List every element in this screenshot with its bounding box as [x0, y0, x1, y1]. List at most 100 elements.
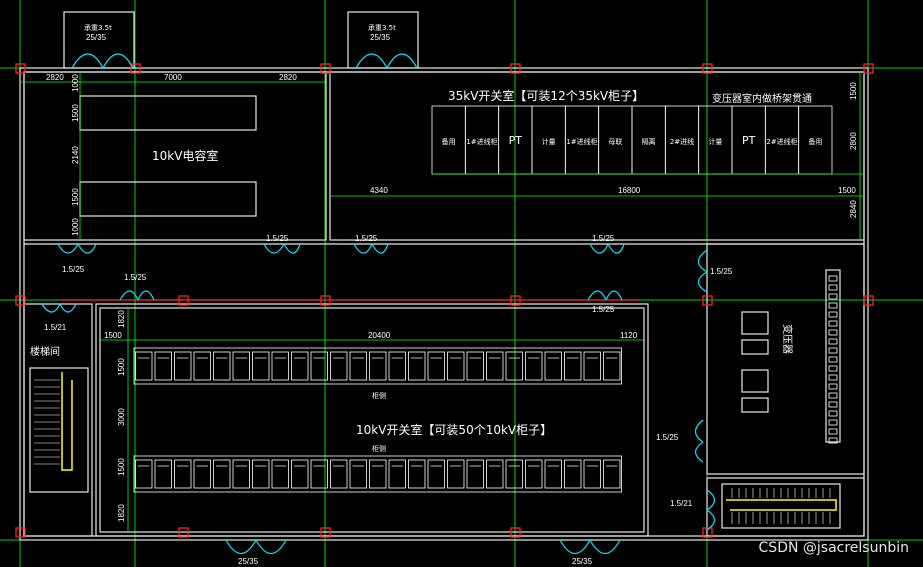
dim-2820-right: 2820 — [279, 73, 297, 82]
dim-3000: 3000 — [117, 408, 126, 426]
cabinet-10kv — [135, 351, 153, 381]
cabinet-10kv — [544, 351, 562, 381]
cabinet-10kv — [427, 459, 445, 489]
tray-segment — [828, 383, 838, 390]
tray-segment — [828, 410, 838, 417]
cabinet-row-outline — [133, 347, 622, 385]
floor-plan: 备用 1#进线柜 PT 计量 1#进线柜 母联 隔离 2#进线 计量 PT 2#进线柜 备用 2820… — [0, 0, 923, 567]
cabinet-10kv — [213, 459, 231, 489]
stairwell-label: 楼梯间 — [30, 345, 60, 358]
dim-2820-left: 2820 — [46, 73, 64, 82]
cabinet-10kv — [135, 459, 153, 489]
cabinet-10kv — [544, 459, 562, 489]
cabinet-10kv — [193, 459, 211, 489]
door-tag-mid-3: 1.5/25 — [592, 234, 615, 243]
door-tag-mid-1: 1.5/25 — [266, 234, 289, 243]
door-tag-bottom-left: 25/35 — [238, 557, 259, 566]
door-tag-corridor-2: 1.5/25 — [124, 273, 147, 282]
tray-segment — [828, 320, 838, 327]
cabinet-row-outline — [133, 455, 622, 493]
tray-segment — [828, 293, 838, 300]
cabinet-10kv — [525, 459, 543, 489]
cabinet-row-35kv: 备用 1#进线柜 PT 计量 1#进线柜 母联 隔离 2#进线 计量 PT 2#进线柜 备用 — [431, 105, 833, 175]
cabinet-10kv — [466, 351, 484, 381]
room-label-35kv-switch: 35kV开关室【可装12个35kV柜子】 — [448, 88, 644, 103]
dim-1500-b: 1500 — [71, 188, 80, 206]
door-tag-left-corridor: 1.5/25 — [62, 265, 85, 274]
cabinet-10kv — [505, 351, 523, 381]
cabinet-10kv — [271, 459, 289, 489]
dim-7000: 7000 — [164, 73, 182, 82]
tray-note: 变压器室内做桥架贯通 — [712, 92, 812, 105]
tray-segment — [828, 302, 838, 309]
tray-segment — [828, 311, 838, 318]
door-tag-switch-lower-right: 1.5/25 — [656, 433, 679, 442]
cabinet-10kv — [388, 459, 406, 489]
tray-segment — [828, 284, 838, 291]
dim-20400: 20400 — [368, 331, 391, 340]
dim-1820-bottom: 1820 — [117, 504, 126, 522]
watermark: CSDN @jsacrelsunbin — [758, 540, 909, 556]
tray-segment — [828, 392, 838, 399]
cabinet-10kv — [583, 351, 601, 381]
cabinet-35kv-label: 2#进线柜 — [766, 137, 797, 146]
door-tag-mid-2: 1.5/25 — [355, 234, 378, 243]
transformer-area — [741, 269, 841, 444]
door-tag-switch-right: 1.5/25 — [592, 305, 615, 314]
cabinet-10kv — [213, 351, 231, 381]
dim-1500-a: 1500 — [71, 104, 80, 122]
transformer-label: 变压器 — [781, 324, 794, 354]
tray-segment — [828, 347, 838, 354]
door-tag-bottom-right: 25/35 — [572, 557, 593, 566]
dim-1500-r2: 1500 — [838, 186, 856, 195]
cabinet-10kv — [564, 459, 582, 489]
cabinet-35kv-label: 1#进线柜 — [566, 137, 597, 146]
cabinet-row-10kv-upper — [133, 347, 622, 385]
dim-4340: 4340 — [370, 186, 388, 195]
grid-lines — [0, 0, 923, 567]
cabinet-10kv — [252, 459, 270, 489]
dim-1500-row2: 1500 — [117, 458, 126, 476]
cabinet-10kv — [486, 351, 504, 381]
dim-16800: 16800 — [618, 186, 641, 195]
cabinet-10kv — [603, 459, 621, 489]
dim-2140: 2140 — [71, 146, 80, 164]
dim-1500-r1: 1500 — [849, 82, 858, 100]
cabinet-10kv — [564, 351, 582, 381]
cabinet-10kv — [369, 459, 387, 489]
cabinet-10kv — [603, 351, 621, 381]
stair-left — [29, 367, 89, 493]
cabinet-35kv-label: 计量 — [708, 137, 722, 146]
door-note-top-right: 承重3.5t — [368, 23, 396, 32]
dim-2800: 2800 — [849, 132, 858, 150]
cabinet-10kv — [525, 351, 543, 381]
cabinet-10kv — [388, 351, 406, 381]
cabinet-row-10kv-lower — [133, 455, 622, 493]
tray-segment — [828, 428, 838, 435]
dim-1820-top: 1820 — [117, 310, 126, 328]
dim-1120: 1120 — [620, 331, 638, 340]
dim-1000-bottom: 1000 — [71, 218, 80, 236]
tray-segment — [828, 374, 838, 381]
tray-segment — [828, 356, 838, 363]
tray-segment — [828, 365, 838, 372]
cabinet-35kv-label: 2#进线 — [670, 137, 694, 146]
door-tag-right-upper: 1.5/25 — [710, 267, 733, 276]
cabinet-10kv — [447, 459, 465, 489]
tray-segment — [828, 419, 838, 426]
cabinet-35kv-label: 母联 — [608, 137, 622, 146]
cabinet-10kv — [154, 351, 172, 381]
room-label-10kv-capacitor: 10kV电容室 — [152, 148, 218, 163]
cabinet-10kv — [330, 351, 348, 381]
door-tag-top-right: 25/35 — [370, 33, 391, 42]
cabinet-10kv — [369, 351, 387, 381]
cabinet-10kv — [232, 459, 250, 489]
cabinet-10kv — [330, 459, 348, 489]
door-note-top-left: 承重3.5t — [84, 23, 112, 32]
cabinet-10kv — [505, 459, 523, 489]
cabinet-10kv — [408, 351, 426, 381]
tray-segment — [828, 401, 838, 408]
cabinet-10kv — [466, 459, 484, 489]
row-label-upper: 柜侧 — [372, 391, 386, 400]
cabinet-35kv-label: PT — [509, 134, 523, 147]
